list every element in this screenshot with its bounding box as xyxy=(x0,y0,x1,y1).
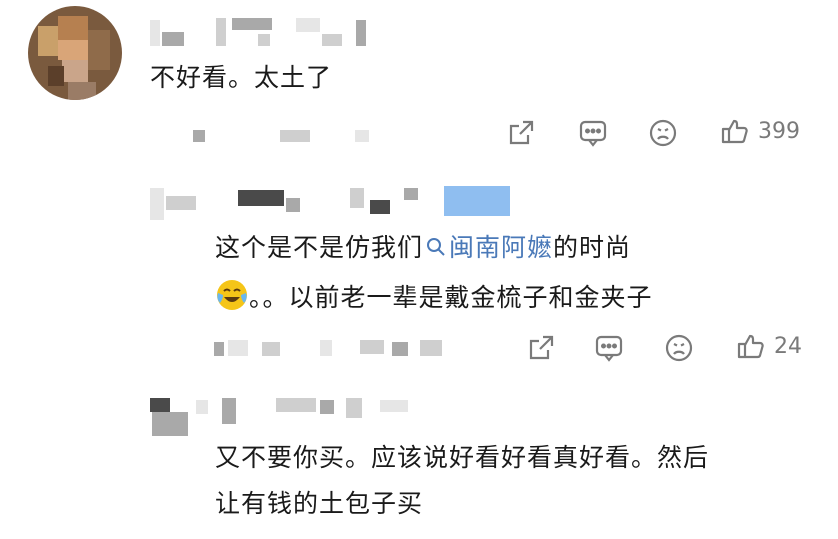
reply-text-line1: 这个是不是仿我们 闽南阿嬷的时尚 xyxy=(215,233,632,262)
comment-text: 不好看。太土了 xyxy=(150,63,333,92)
share-button[interactable] xyxy=(526,333,556,363)
thumbs-up-icon xyxy=(737,334,764,359)
dislike-button[interactable] xyxy=(664,333,694,363)
like-count: 24 xyxy=(774,333,802,359)
topic-link[interactable]: 闽南阿嬷 xyxy=(423,233,553,262)
reply-button[interactable] xyxy=(594,333,624,363)
like-count: 399 xyxy=(758,118,800,144)
reply-text-line1: 又不要你买。应该说好看好看真好看。然后 xyxy=(215,443,710,472)
thumbs-up-icon xyxy=(721,119,748,144)
like-button[interactable]: 24 xyxy=(736,331,802,361)
share-button[interactable] xyxy=(506,118,536,148)
crying-laughing-emoji xyxy=(217,280,247,310)
like-button[interactable]: 399 xyxy=(720,116,800,146)
avatar[interactable] xyxy=(28,6,122,100)
dislike-button[interactable] xyxy=(648,118,678,148)
reply-text-line2: 。。以前老一辈是戴金梳子和金夹子 xyxy=(215,278,653,314)
share-icon xyxy=(529,335,554,360)
comment-icon xyxy=(595,335,623,362)
search-icon xyxy=(427,238,445,256)
share-icon xyxy=(509,120,534,145)
reply-button[interactable] xyxy=(578,118,608,148)
sad-face-icon xyxy=(665,334,693,362)
comment-icon xyxy=(579,120,607,147)
sad-face-icon xyxy=(649,119,677,147)
reply-text-line2: 让有钱的土包子买 xyxy=(215,489,424,518)
